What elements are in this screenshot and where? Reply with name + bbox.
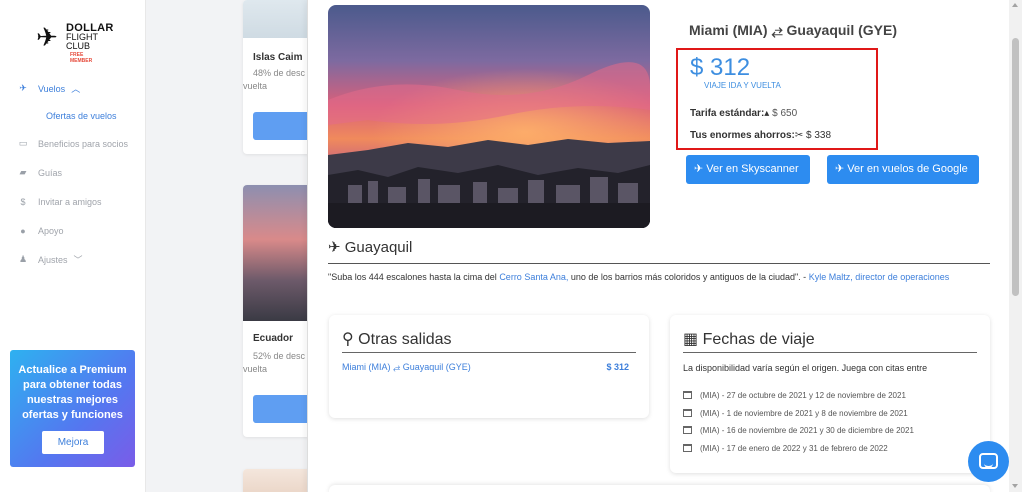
deal-detail-panel: Miami (MIA) ⥄ Guayaquil (GYE) $ 312 VIAJ… [307, 0, 1009, 492]
sidebar-item-label: Beneficios para socios [38, 138, 129, 149]
cerro-santa-ana-link[interactable]: Cerro Santa Ana, [499, 272, 568, 282]
sunset-city-image [328, 5, 650, 228]
ticket-icon: ▭ [18, 138, 28, 148]
date-range: (MIA) - 1 de noviembre de 2021 y 8 de no… [700, 408, 908, 418]
price-highlight-box: $ 312 VIAJE IDA Y VUELTA Tarifa estándar… [676, 48, 878, 150]
scissors-icon: ✂ [794, 130, 804, 141]
calendar-icon [683, 391, 692, 399]
plane-icon: ✈ [835, 163, 845, 175]
location-pin-icon: ⚲ [342, 331, 354, 348]
chat-icon [979, 453, 998, 469]
date-range: (MIA) - 16 de noviembre de 2021 y 30 de … [700, 426, 914, 435]
quote-text: "Suba los 444 escalones hasta la cima de… [328, 272, 500, 282]
sidebar-item-label: Ajustes [38, 254, 68, 265]
sidebar-item-label: Guías [38, 167, 63, 178]
dollar-flight-club-logo[interactable]: ✈ DOLLAR FLIGHT CLUB FREE MEMBER [36, 20, 113, 64]
scroll-down-arrow-icon[interactable] [1012, 484, 1018, 488]
travel-dates-title: Fechas de viaje [702, 331, 815, 348]
help-icon: ● [20, 225, 26, 236]
other-departures-card: ⚲ Otras salidas Miami (MIA) ⥄ Guayaquil … [329, 315, 649, 418]
sidebar-subitem-label: Ofertas de vuelos [46, 111, 117, 121]
divider [328, 263, 990, 264]
deal-price: $ 312 [690, 54, 751, 81]
sidebar: ✈ DOLLAR FLIGHT CLUB FREE MEMBER ✈ Vuelo… [0, 0, 146, 492]
calendar-icon [683, 426, 692, 434]
destination-name: Guayaquil [344, 239, 413, 256]
sidebar-nav: ✈ Vuelos ︿ Ofertas de vuelos ▭ Beneficio… [0, 74, 146, 274]
date-range: (MIA) - 27 de octubre de 2021 y 12 de no… [700, 391, 906, 400]
calendar-icon: ▦ [683, 331, 699, 348]
sidebar-item-apoyo[interactable]: ● Apoyo [0, 216, 146, 245]
calendar-icon [683, 408, 692, 417]
standard-fare-label: Tarifa estándar: [690, 108, 765, 119]
google-flights-button-label: Ver en vuelos de Google [847, 163, 968, 175]
list-item: (MIA) - 27 de octubre de 2021 y 12 de no… [683, 387, 914, 405]
travel-dates-list: (MIA) - 27 de octubre de 2021 y 12 de no… [683, 387, 914, 457]
savings-label: Tus enormes ahorros: [690, 130, 795, 141]
dollar-icon: $ [20, 196, 26, 207]
premium-text: Actualice a Premium para obtener todas n… [18, 364, 127, 421]
route-title: Miami (MIA) ⥄ Guayaquil (GYE) [689, 22, 897, 38]
scrollbar-thumb[interactable] [1012, 38, 1019, 296]
quote-text: uno de los barrios más coloridos y antig… [568, 272, 809, 282]
sidebar-subitem-ofertas[interactable]: Ofertas de vuelos [0, 103, 146, 129]
book-icon: ▰ [19, 167, 27, 177]
destination-heading: ✈ Guayaquil [328, 238, 412, 256]
travel-dates-card: ▦ Fechas de viaje La disponibilidad varí… [670, 315, 990, 473]
sidebar-item-label: Apoyo [38, 225, 64, 236]
sidebar-item-vuelos[interactable]: ✈ Vuelos ︿ [0, 74, 146, 103]
premium-upsell-card: Actualice a Premium para obtener todas n… [10, 350, 135, 467]
arrow-up-icon: ▴ [764, 108, 770, 119]
scroll-up-arrow-icon[interactable] [1012, 3, 1018, 7]
travel-dates-description: La disponibilidad varía según el origen.… [683, 363, 928, 373]
user-icon: ♟ [18, 254, 28, 264]
chevron-down-icon: ﹀ [73, 255, 83, 265]
other-departures-heading: ⚲ Otras salidas [342, 329, 452, 349]
sidebar-item-ajustes[interactable]: ♟ Ajustes ﹀ [0, 245, 146, 274]
plane-icon: ✈ [19, 83, 27, 93]
page-scrollbar[interactable] [1009, 0, 1022, 492]
destination-quote: "Suba los 444 escalones hasta la cima de… [328, 270, 990, 285]
savings-value: $ 338 [806, 130, 832, 141]
quote-author-link[interactable]: Kyle Maltz, director de operaciones [809, 272, 950, 282]
calendar-icon [683, 443, 692, 452]
next-section-card [329, 485, 990, 492]
travel-dates-heading: ▦ Fechas de viaje [683, 329, 815, 349]
skyscanner-button-label: Ver en Skyscanner [706, 163, 799, 175]
plane-icon: ✈ [328, 239, 341, 256]
departure-route-link[interactable]: Miami (MIA) ⥄ Guayaquil (GYE) [342, 362, 471, 373]
logo-text-club: CLUB [66, 41, 91, 51]
standard-fare-row: Tarifa estándar:▴ $ 650 [690, 108, 797, 119]
departure-price[interactable]: $ 312 [606, 362, 629, 372]
list-item: (MIA) - 17 de enero de 2022 y 31 de febr… [683, 440, 914, 458]
member-tier-label: FREE MEMBER [70, 52, 93, 64]
divider [683, 352, 977, 353]
plane-logo-icon: ✈ [36, 22, 58, 52]
upgrade-button[interactable]: Mejora [42, 431, 104, 454]
sidebar-item-beneficios[interactable]: ▭ Beneficios para socios [0, 129, 146, 158]
sidebar-item-label: Invitar a amigos [38, 196, 102, 207]
trip-type-label: VIAJE IDA Y VUELTA [704, 81, 781, 90]
skyscanner-button[interactable]: ✈ Ver en Skyscanner [686, 155, 810, 184]
chat-button[interactable] [968, 441, 1009, 482]
list-item: (MIA) - 1 de noviembre de 2021 y 8 de no… [683, 405, 914, 423]
sidebar-item-guias[interactable]: ▰ Guías [0, 158, 146, 187]
google-flights-button[interactable]: ✈ Ver en vuelos de Google [827, 155, 979, 184]
destination-photo [328, 5, 650, 228]
list-item: (MIA) - 16 de noviembre de 2021 y 30 de … [683, 422, 914, 440]
other-departures-title: Otras salidas [358, 331, 452, 348]
standard-fare-value: $ 650 [772, 108, 798, 119]
date-range: (MIA) - 17 de enero de 2022 y 31 de febr… [700, 443, 888, 453]
chevron-up-icon: ︿ [71, 84, 81, 94]
plane-icon: ✈ [694, 163, 704, 175]
sidebar-item-label: Vuelos [38, 83, 66, 94]
divider [342, 352, 636, 353]
savings-row: Tus enormes ahorros:✂ $ 338 [690, 130, 831, 141]
sidebar-item-invitar[interactable]: $ Invitar a amigos [0, 187, 146, 216]
